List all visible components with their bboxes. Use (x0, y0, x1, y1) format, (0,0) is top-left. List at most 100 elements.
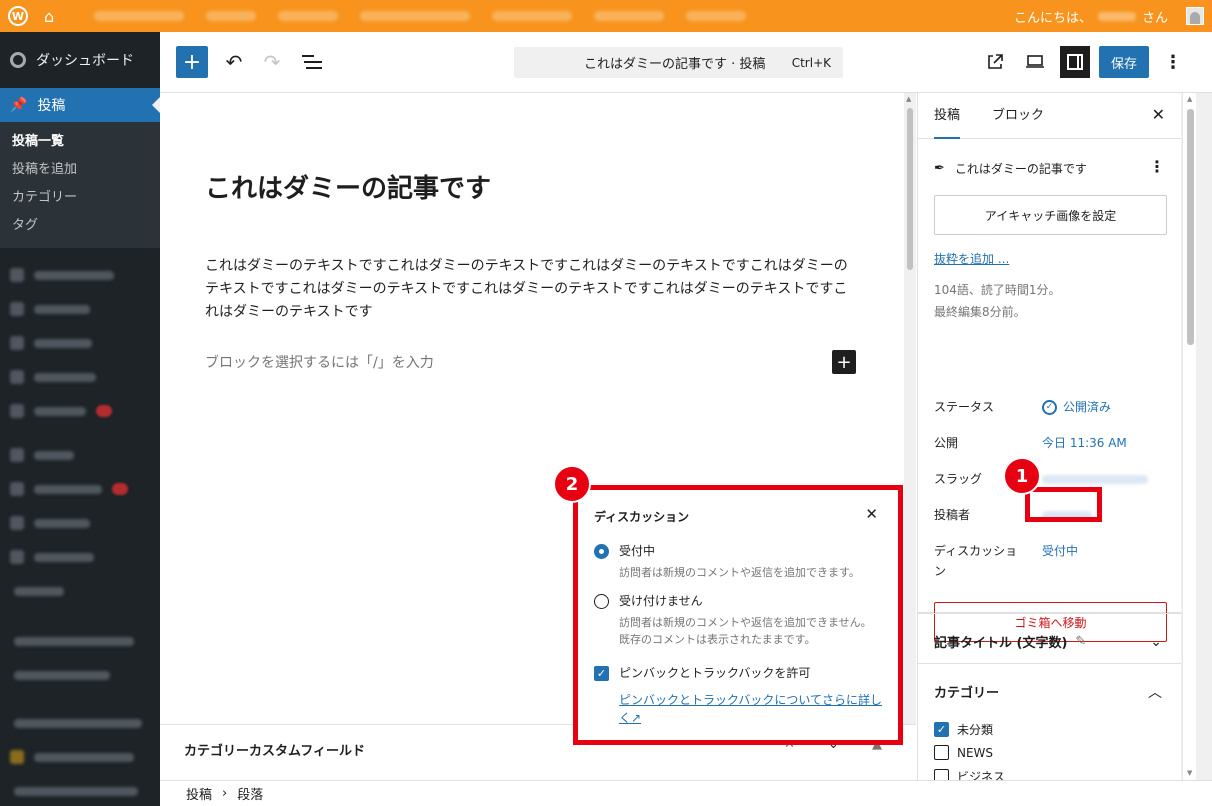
undo-button[interactable]: ↶ (218, 46, 250, 78)
sidebar-tabs: 投稿 ブロック ✕ (918, 93, 1181, 139)
breadcrumb-item[interactable]: 投稿 (186, 784, 212, 803)
plus-icon: + (836, 351, 852, 373)
dashboard-icon (10, 52, 26, 68)
category-checkbox[interactable]: ✓ 未分類 (934, 721, 993, 738)
paragraph-block[interactable]: これはダミーのテキストですこれはダミーのテキストですこれはダミーのテキストですこ… (205, 255, 855, 324)
breadcrumb-item[interactable]: 段落 (237, 784, 263, 803)
options-button[interactable]: ⋮ (1158, 46, 1188, 78)
command-palette-bar[interactable]: これはダミーの記事です · 投稿 Ctrl+K (514, 47, 843, 78)
submenu-add-post[interactable]: 投稿を追加 (0, 156, 160, 184)
metabox-title: カテゴリーカスタムフィールド (184, 744, 365, 759)
submenu-all-posts[interactable]: 投稿一覧 (0, 128, 160, 156)
blurred-menu-item[interactable] (0, 740, 160, 774)
pin-icon: 📌 (10, 97, 28, 113)
save-button[interactable]: 保存 (1099, 46, 1149, 78)
shortcut-hint: Ctrl+K (791, 55, 831, 70)
blurred-link[interactable] (686, 11, 747, 21)
blurred-link[interactable] (492, 11, 573, 21)
blurred-menu-item[interactable] (0, 472, 160, 506)
blurred-menu-item[interactable] (0, 326, 160, 360)
post-summary: ✒ これはダミーの記事です ⋮ アイキャッチ画像を設定 抜粋を追加 ... 10… (918, 139, 1181, 642)
checkbox-icon (934, 769, 949, 780)
canvas-scrollbar[interactable]: ▲ ▼ (904, 93, 916, 780)
kebab-icon: ⋮ (1164, 51, 1182, 73)
post-title[interactable]: これはダミーの記事です (205, 168, 491, 205)
chevron-up-icon: ︿ (1148, 684, 1162, 701)
scrollbar-track: ▲ ▼ (1182, 93, 1196, 780)
sidebar-item-label: ダッシュボード (36, 53, 134, 69)
sidebar-item-posts[interactable]: 📌 投稿 (0, 88, 160, 122)
blurred-menu-item[interactable] (0, 438, 160, 472)
blurred-menu-item[interactable] (0, 624, 160, 658)
publish-label: 公開 (934, 436, 959, 450)
blurred-link[interactable] (360, 11, 471, 21)
annotation-badge-1: 1 (1003, 457, 1041, 495)
user-greeting[interactable]: こんにちは、 さん (1014, 0, 1168, 32)
avatar[interactable] (1186, 7, 1204, 25)
blurred-menu-item[interactable] (0, 258, 160, 292)
submenu-categories[interactable]: カテゴリー (0, 184, 160, 212)
settings-toggle-button[interactable] (1060, 46, 1090, 78)
settings-sidebar: 投稿 ブロック ✕ ✒ これはダミーの記事です ⋮ アイキャッチ画像を設定 抜粋… (917, 93, 1181, 780)
post-card: ✒ これはダミーの記事です ⋮ (934, 155, 1165, 181)
scroll-up-icon: ▲ (1187, 95, 1193, 103)
highlight-discussion-value (1025, 487, 1102, 522)
discussion-value[interactable]: 受付中 (1042, 541, 1078, 561)
word-count: 104語、読了時間1分。 (934, 283, 1061, 297)
view-post-button[interactable] (980, 47, 1010, 77)
tab-post[interactable]: 投稿 (934, 93, 961, 139)
admin-sidebar: ダッシュボード 📌 投稿 投稿一覧 投稿を追加 カテゴリー タグ (0, 32, 160, 806)
blurred-link[interactable] (278, 11, 339, 21)
preview-device-button[interactable] (1020, 47, 1050, 77)
blurred-menu-item[interactable] (0, 360, 160, 394)
checkbox-checked-icon: ✓ (934, 722, 949, 737)
status-label: ステータス (934, 400, 995, 414)
add-excerpt-link[interactable]: 抜粋を追加 ... (934, 250, 1165, 267)
desktop-icon (1026, 55, 1044, 68)
slug-value[interactable] (1042, 475, 1148, 484)
chevron-right-icon: › (222, 786, 228, 801)
blurred-menu-item[interactable] (0, 706, 160, 740)
tab-block[interactable]: ブロック (992, 93, 1044, 139)
word-stats: 104語、読了時間1分。 最終編集8分前。 (934, 279, 1165, 323)
blurred-menu-item[interactable] (0, 774, 160, 806)
check-circle-icon: ✓ (1042, 399, 1057, 415)
scrollbar-thumb[interactable] (907, 108, 913, 270)
scroll-down-icon: ▼ (1187, 769, 1193, 777)
categories-section[interactable]: カテゴリー ︿ (918, 663, 1181, 719)
blurred-menu-item[interactable] (0, 658, 160, 692)
post-name: これはダミーの記事です (954, 161, 1087, 176)
blurred-link[interactable] (206, 11, 257, 21)
sidebar-item-dashboard[interactable]: ダッシュボード (0, 32, 160, 88)
featured-image-button[interactable]: アイキャッチ画像を設定 (934, 195, 1167, 235)
kebab-icon[interactable]: ⋮ (1149, 157, 1165, 176)
panel-scrollbar[interactable]: ▲ ▼ (1181, 93, 1212, 780)
blurred-menu-item[interactable] (0, 292, 160, 326)
inline-add-block-button[interactable]: + (832, 350, 856, 374)
submenu-tags[interactable]: タグ (0, 212, 160, 240)
category-checkbox[interactable]: NEWS (934, 745, 993, 760)
posts-submenu: 投稿一覧 投稿を追加 カテゴリー タグ (0, 122, 160, 248)
title-count-section[interactable]: 記事タイトル (文字数) ✎ ⌄ (918, 613, 1181, 669)
status-value[interactable]: ✓ 公開済み (1042, 397, 1111, 417)
scrollbar-thumb[interactable] (1187, 109, 1194, 345)
close-icon[interactable]: ✕ (1152, 105, 1165, 124)
greeting-text: こんにちは、 (1013, 10, 1092, 26)
blurred-link[interactable] (594, 11, 665, 21)
block-inserter-button[interactable]: + (176, 46, 208, 78)
home-icon[interactable]: ⌂ (44, 7, 54, 26)
blurred-link[interactable] (94, 11, 185, 21)
document-overview-button[interactable] (296, 46, 328, 78)
category-checkbox[interactable]: ビジネス (934, 768, 1005, 780)
block-placeholder[interactable]: ブロックを選択するには「/」を入力 (205, 352, 434, 372)
section-title: 記事タイトル (文字数) (934, 636, 1068, 651)
blurred-menu-item[interactable] (0, 506, 160, 540)
publish-value[interactable]: 今日 11:36 AM (1042, 433, 1127, 453)
redo-button[interactable]: ↷ (256, 46, 288, 78)
discussion-label: ディスカッション (934, 544, 1018, 578)
wordpress-logo-icon[interactable]: W (8, 6, 28, 26)
blurred-menu-item[interactable] (0, 574, 160, 608)
blurred-menu-item[interactable] (0, 540, 160, 574)
section-title: カテゴリー (934, 686, 1000, 701)
blurred-menu-item[interactable] (0, 394, 160, 428)
